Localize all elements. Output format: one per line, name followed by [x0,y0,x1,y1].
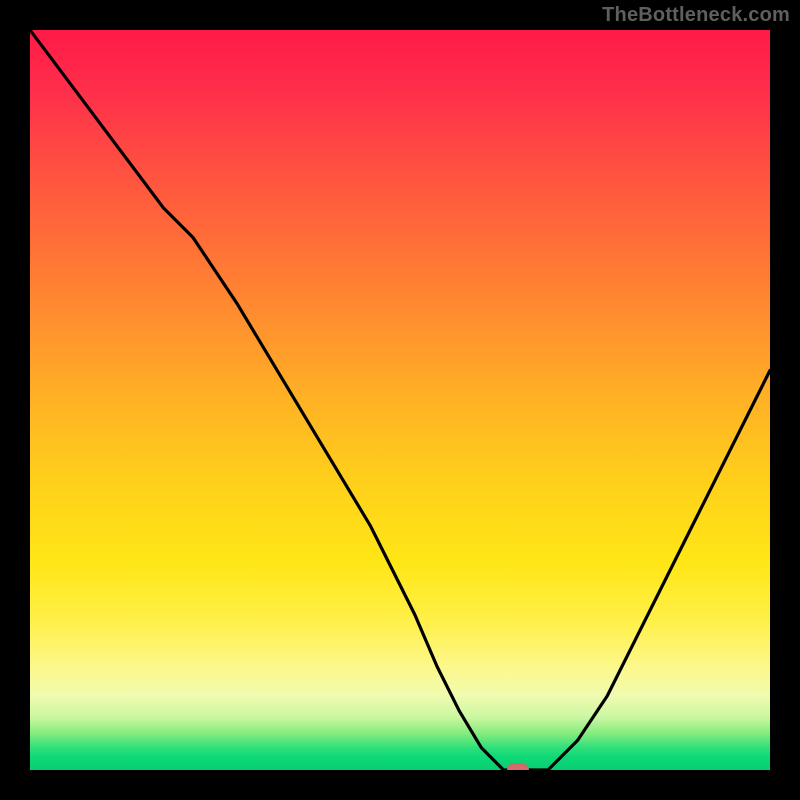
optimal-marker [507,764,529,771]
curve-path [30,30,770,770]
watermark-text: TheBottleneck.com [602,4,790,27]
bottleneck-curve [30,30,770,770]
chart-frame: TheBottleneck.com [0,0,800,800]
plot-area [30,30,770,770]
